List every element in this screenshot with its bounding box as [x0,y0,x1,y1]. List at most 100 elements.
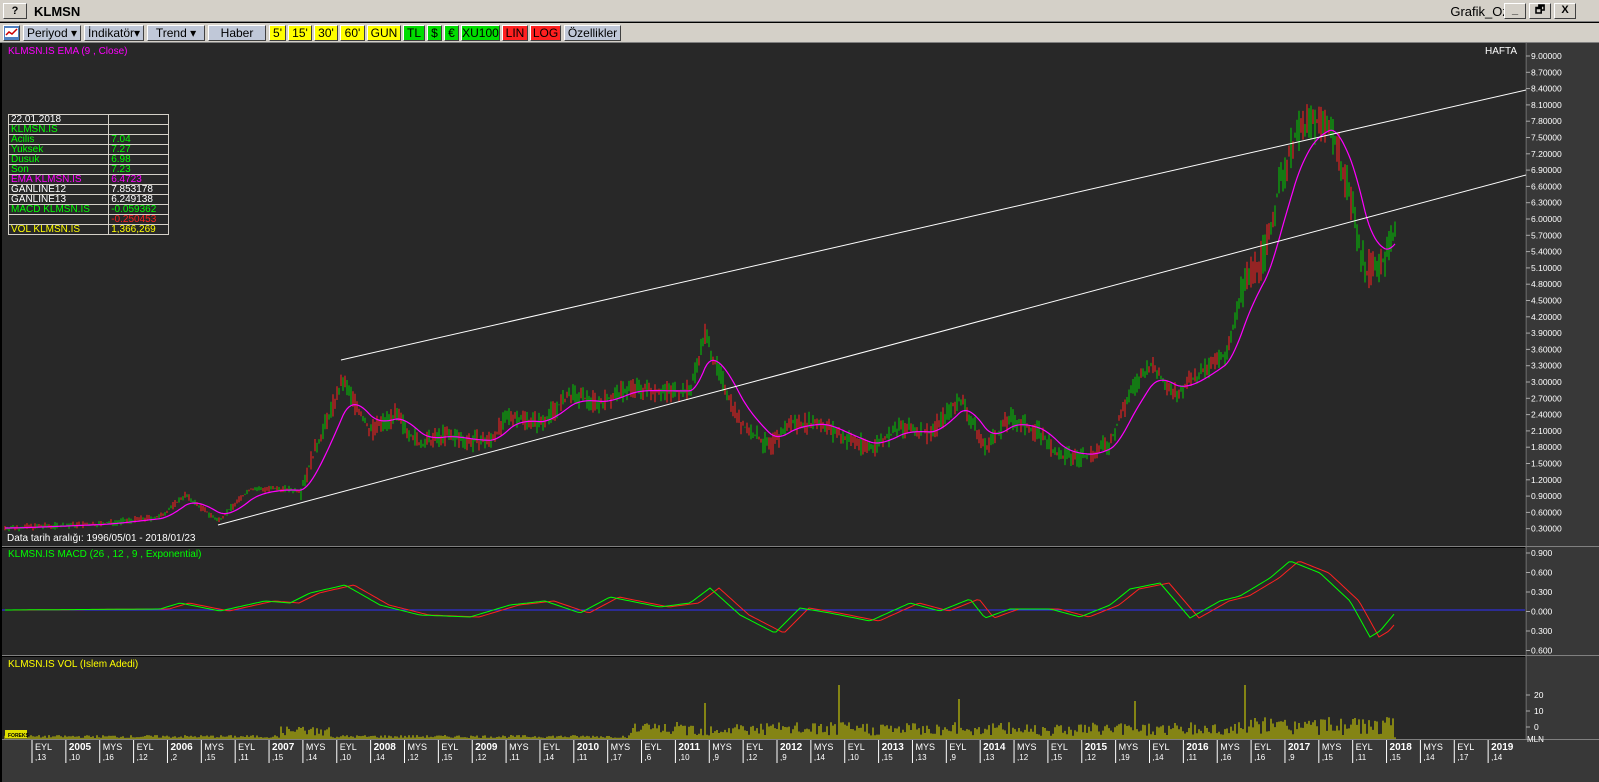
x-axis-sublabel: ,15 [882,753,894,762]
price-tick-label: 4.50000 [1531,296,1562,306]
xu100-button[interactable]: XU100 [461,25,500,41]
help-button[interactable]: ? [3,3,27,19]
x-axis-label: 2008 [374,742,397,753]
price-tick-label: 1.80000 [1531,442,1562,452]
x-axis-sublabel: ,13 [35,753,47,762]
price-tick-label: 7.80000 [1531,116,1562,126]
price-tick-label: 0.60000 [1531,507,1562,517]
x-axis-sublabel: ,15 [441,753,453,762]
volume-panel-bg [2,657,1525,739]
x-axis-label: MYS [103,742,123,752]
info-value-dusuk: 6.98 [108,154,169,165]
x-axis-sublabel: ,9 [780,753,787,762]
info-date: 22.01.2018 [7,114,110,125]
periyod-dropdown[interactable]: Periyod ▾ [23,25,81,41]
price-tick-label: 2.40000 [1531,410,1562,420]
period-daily-button[interactable]: GUN [367,25,401,41]
x-axis-label: EYL [1051,742,1068,752]
title-bar: ? KLMSN Grafik_Ozel _ 🗗 X [0,0,1599,22]
period-30min-button[interactable]: 30' [314,25,338,41]
x-axis-label: MYS [1220,742,1240,752]
x-axis-sublabel: ,16 [1254,753,1266,762]
period-60min-button[interactable]: 60' [340,25,365,41]
period-5min-button[interactable]: 5' [269,25,286,41]
x-axis-sublabel: ,16 [1220,753,1232,762]
x-axis-label: EYL [238,742,255,752]
close-button[interactable]: X [1554,3,1576,19]
window-title: KLMSN [34,4,81,19]
macd-tick-label: 0.300 [1531,587,1553,597]
chart-area[interactable]: 9.00000 8.70000 8.40000 8.10000 7.80000 7.500… [0,43,1599,782]
x-axis-label: 2016 [1186,742,1209,753]
price-tick-label: 5.70000 [1531,230,1562,240]
x-axis-sublabel: ,14 [374,753,386,762]
chart-canvas[interactable]: 9.00000 8.70000 8.40000 8.10000 7.80000 7.500… [0,43,1599,782]
x-axis-label: MYS [814,742,834,752]
x-axis-sublabel: ,14 [814,753,826,762]
price-tick-label: 8.10000 [1531,100,1562,110]
x-axis-sublabel: ,12 [408,753,420,762]
volume-tick-label: 20 [1534,690,1544,700]
chevron-down-icon: ▾ [134,26,141,40]
x-axis-sublabel: ,19 [1119,753,1131,762]
minimize-button[interactable]: _ [1504,3,1526,19]
foreks-logo-text: FOREKS [8,733,30,739]
currency-eur-button[interactable]: € [444,25,459,41]
x-axis-sublabel: ,11 [1186,753,1197,762]
toolbar: Periyod ▾ İndikatör▾ Trend ▾ Haber 5' 15… [0,23,1599,43]
periyod-label: Periyod [26,26,68,40]
info-value-macd: -0.059362 [108,204,169,215]
x-axis-label: 2013 [882,742,905,753]
x-axis-sublabel: ,14 [543,753,555,762]
currency-usd-button[interactable]: $ [427,25,442,41]
info-symbol: KLMSN.IS [7,124,110,135]
trend-label: Trend [155,26,187,40]
scale-linear-button[interactable]: LIN [502,25,528,41]
x-axis-label: EYL [1153,742,1170,752]
info-value-volume: 1,366,269 [108,224,169,235]
scale-log-button[interactable]: LOG [530,25,561,41]
x-axis-label: 2017 [1288,742,1311,753]
x-axis-sublabel: ,11 [509,753,520,762]
period-15min-button[interactable]: 15' [288,25,312,41]
currency-tl-button[interactable]: TL [403,25,425,41]
restore-button[interactable]: 🗗 [1529,3,1551,19]
x-axis-sublabel: ,12 [746,753,758,762]
price-tick-label: 1.50000 [1531,459,1562,469]
info-label-ema: EMA KLMSN.IS [7,174,110,185]
info-value-acilis: 7.04 [108,134,169,145]
x-axis-sublabel: ,11 [1356,753,1367,762]
price-tick-label: 6.90000 [1531,165,1562,175]
x-axis-sublabel: ,10 [340,753,352,762]
price-panel-bg [2,43,1525,546]
macd-panel-title: KLMSN.IS MACD (26 , 12 , 9 , Exponential… [8,549,201,560]
price-tick-label: 4.20000 [1531,312,1562,322]
macd-tick-label: 0.300 [1531,626,1553,636]
price-tick-label: 9.00000 [1531,51,1562,61]
macd-tick-label: 0.000 [1531,607,1553,617]
chart-app-icon [5,28,18,37]
date-range-label: Data tarih aralığı: 1996/05/01 - 2018/01… [7,533,196,544]
price-tick-label: 0.90000 [1531,491,1562,501]
x-axis-sublabel: ,9 [712,753,719,762]
info-value-ema: 6.4723 [108,174,169,185]
volume-unit-label: MLN [1527,735,1544,744]
x-axis-sublabel: ,12 [1017,753,1029,762]
x-axis-sublabel: ,14 [1491,753,1503,762]
price-tick-label: 0.30000 [1531,524,1562,534]
trend-dropdown[interactable]: Trend ▾ [147,25,205,41]
info-label-acilis: Acilis [7,134,110,145]
x-axis-label: EYL [746,742,763,752]
x-axis-sublabel: ,10 [69,753,81,762]
x-axis-sublabel: ,14 [1153,753,1165,762]
x-axis-label: EYL [1457,742,1474,752]
price-tick-label: 1.20000 [1531,475,1562,485]
x-axis-sublabel: ,9 [1288,753,1295,762]
haber-button[interactable]: Haber [208,25,266,41]
app-icon [3,25,20,41]
x-axis-label: 2009 [475,742,498,753]
indikator-dropdown[interactable]: İndikatör▾ [84,25,144,41]
x-axis-label: 2011 [678,742,700,753]
price-tick-label: 8.70000 [1531,67,1562,77]
ozellikler-button[interactable]: Özellikler [564,25,621,41]
